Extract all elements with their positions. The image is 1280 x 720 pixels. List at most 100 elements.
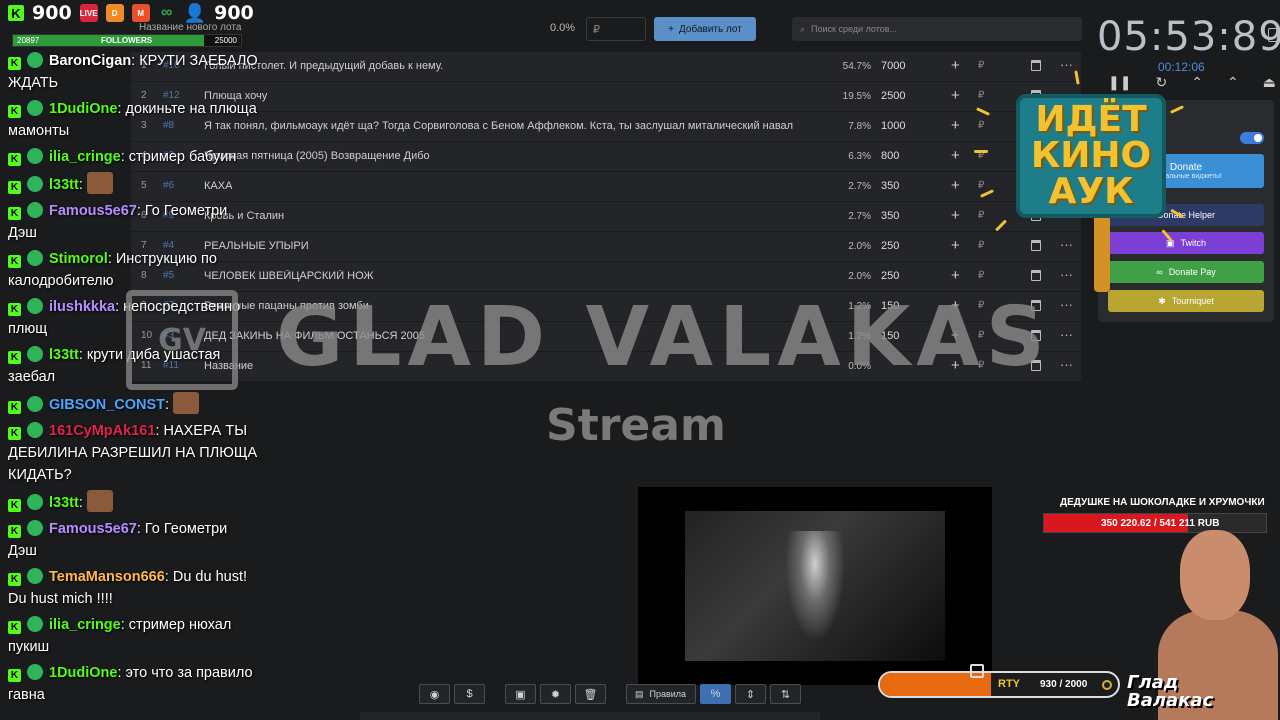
stats-bar: K 900 LIVE D M ∞ 👤 900 bbox=[8, 0, 254, 26]
chat-message: Kl33tt: bbox=[8, 490, 258, 514]
copy-icon[interactable] bbox=[1268, 28, 1278, 42]
amount-input[interactable]: ₽ bbox=[586, 17, 646, 41]
more-icon[interactable]: ··· bbox=[1060, 297, 1073, 312]
kick-badge-icon: K bbox=[8, 621, 21, 634]
delete-icon[interactable] bbox=[1031, 360, 1041, 371]
delete-icon[interactable] bbox=[1031, 300, 1041, 311]
followers-label: FOLLOWERS bbox=[101, 36, 153, 45]
lot-amount: 7000 bbox=[881, 60, 906, 72]
lot-amount: 150 bbox=[881, 330, 900, 342]
add-amount-icon[interactable]: + bbox=[951, 177, 960, 194]
rules-button[interactable]: ▤ Правила bbox=[626, 684, 696, 704]
lot-row[interactable]: 2#12Плющa хочу19.5%2500₽+··· bbox=[131, 82, 1081, 111]
lot-percent: 2.0% bbox=[848, 271, 871, 282]
chat-username[interactable]: 161CyMpAk161 bbox=[49, 423, 155, 439]
toggle-switch[interactable] bbox=[1240, 132, 1264, 144]
chat-username[interactable]: l33tt bbox=[49, 347, 79, 363]
chat-username[interactable]: l33tt bbox=[49, 495, 79, 511]
lot-amount: 250 bbox=[881, 270, 900, 282]
lot-row[interactable]: 8 #5 ЧЕЛОВЕК ШВЕЙЦАРСКИЙ НОЖ 2.0% 250 ₽ + ··· bbox=[131, 262, 1081, 291]
sort-icon: ⇅ bbox=[780, 688, 791, 701]
reset-icon[interactable]: ↻ bbox=[1155, 74, 1167, 91]
more-icon[interactable]: ··· bbox=[1060, 357, 1073, 372]
dollar-button[interactable]: $ bbox=[454, 684, 485, 704]
save-icon: ▣ bbox=[515, 688, 526, 701]
github-button[interactable]: ◉ bbox=[419, 684, 450, 704]
sort-button[interactable]: ⇅ bbox=[770, 684, 801, 704]
lot-percent: 0.0% bbox=[848, 361, 871, 372]
chat-username[interactable]: Stimorol bbox=[49, 251, 108, 267]
chat-username[interactable]: ilia_cringe bbox=[49, 617, 121, 633]
add-amount-icon[interactable]: + bbox=[951, 147, 960, 164]
user-avatar bbox=[27, 520, 43, 536]
lot-row[interactable]: 11 #11 Название 0.0% ₽ + ··· bbox=[131, 352, 1081, 381]
percent-button[interactable]: % bbox=[700, 684, 731, 704]
lot-percent: 54.7% bbox=[842, 61, 871, 72]
bug-button[interactable]: ✹ bbox=[540, 684, 571, 704]
fullscreen-icon[interactable] bbox=[970, 664, 984, 678]
chat-username[interactable]: l33tt bbox=[49, 177, 79, 193]
delete-icon[interactable] bbox=[1031, 330, 1041, 341]
more-icon[interactable]: ··· bbox=[1060, 57, 1073, 72]
chat-username[interactable]: 1DudiOne bbox=[49, 101, 117, 117]
sign-board: ИДЁТ КИНО АУК bbox=[1016, 94, 1166, 218]
chat-username[interactable]: TemaManson666 bbox=[49, 569, 165, 585]
lot-row[interactable]: 7 #4 РЕАЛЬНЫЕ УПЫРИ 2.0% 250 ₽ + ··· bbox=[131, 232, 1081, 261]
chat-username[interactable]: ilia_cringe bbox=[49, 149, 121, 165]
kick-badge-icon: K bbox=[8, 427, 21, 440]
user-avatar bbox=[27, 396, 43, 412]
lot-row[interactable]: 1 #10 Голый пистолет. И предыдущий добавь … bbox=[131, 52, 1081, 81]
streamer-name: Глад Валакас bbox=[1127, 674, 1213, 710]
add-amount-icon[interactable]: + bbox=[951, 237, 960, 254]
chat-message: K Stimorol: Инструкцию по калодробителю bbox=[8, 248, 258, 292]
add-amount-icon[interactable]: + bbox=[951, 117, 960, 134]
delete-icon[interactable] bbox=[1031, 60, 1041, 71]
chat-username[interactable]: Famous5e67 bbox=[49, 203, 137, 219]
trash-icon: 🗑 bbox=[583, 688, 598, 701]
chat-username[interactable]: GIBSON_CONST bbox=[49, 397, 165, 413]
search-input[interactable]: ⌕ Поиск среди лотов... bbox=[792, 17, 1082, 41]
add-amount-icon[interactable]: + bbox=[951, 87, 960, 104]
lot-row[interactable]: 6#9Кровь и Сталин2.7%350₽+··· bbox=[131, 202, 1081, 231]
pause-icon[interactable]: ❚❚ bbox=[1108, 74, 1131, 91]
add-amount-icon[interactable]: + bbox=[951, 267, 960, 284]
chat-message: K Famous5e67: Го Геометри Дэш bbox=[8, 200, 258, 244]
sign-stick bbox=[1094, 218, 1110, 292]
lot-amount: 150 bbox=[881, 300, 900, 312]
chat-colon: : bbox=[78, 495, 87, 511]
add-amount-icon[interactable]: + bbox=[951, 357, 960, 374]
kick-badge-icon: K bbox=[8, 669, 21, 682]
chevron-double-up-icon[interactable]: ⌃ bbox=[1227, 74, 1239, 91]
lot-row[interactable]: 4 #2 Чумовая пятница (2005) Возвращение Ди… bbox=[131, 142, 1081, 171]
lot-row[interactable]: 5#6КАХА2.7%350₽+··· bbox=[131, 172, 1081, 201]
currency-label: ₽ bbox=[978, 180, 985, 191]
chat-text: докиньте на плющa мамонты bbox=[8, 101, 257, 139]
lot-title[interactable]: Я так понял, фильмоаук идёт ща? Тогда Со… bbox=[204, 120, 793, 132]
chat-username[interactable]: BaronCigan bbox=[49, 53, 131, 69]
chat-username[interactable]: ilushkkka bbox=[49, 299, 115, 315]
lot-percent: 19.5% bbox=[842, 91, 871, 102]
chat-colon: : bbox=[78, 347, 87, 363]
emote-image bbox=[86, 172, 113, 194]
counter-label: RTY bbox=[998, 678, 1020, 690]
clear-button[interactable]: 🗑 bbox=[575, 684, 606, 704]
add-lot-button[interactable]: + Добавить лот bbox=[654, 17, 756, 41]
save-button[interactable]: ▣ bbox=[505, 684, 536, 704]
eject-icon[interactable]: ⏏ bbox=[1263, 74, 1276, 91]
chat-colon: : bbox=[136, 203, 145, 219]
add-amount-icon[interactable]: + bbox=[951, 297, 960, 314]
lot-row[interactable]: 10 #3 ДЕД ЗАКИНЬ НА ФИЛЬМ ОСТАНЬСЯ 2005 1.2… bbox=[131, 322, 1081, 351]
add-amount-icon[interactable]: + bbox=[951, 327, 960, 344]
lot-row[interactable]: 9 #7 Реальные пацаны против зомби 1.2% 150 ₽ +… bbox=[131, 292, 1081, 321]
user-avatar bbox=[27, 616, 43, 632]
split-button[interactable]: ⇕ bbox=[735, 684, 766, 704]
chat-username[interactable]: Famous5e67 bbox=[49, 521, 137, 537]
add-amount-icon[interactable]: + bbox=[951, 57, 960, 74]
more-icon[interactable]: ··· bbox=[1060, 327, 1073, 342]
chevron-up-icon[interactable]: ⌃ bbox=[1191, 74, 1203, 91]
add-amount-icon[interactable]: + bbox=[951, 207, 960, 224]
chat-message: Kl33tt: крути диба ушастая заебал bbox=[8, 344, 258, 388]
chat-username[interactable]: 1DudiOne bbox=[49, 665, 117, 681]
lot-row[interactable]: 3 #8 Я так понял, фильмоаук идёт ща? Тогда… bbox=[131, 112, 1081, 141]
video-player[interactable] bbox=[638, 487, 992, 685]
